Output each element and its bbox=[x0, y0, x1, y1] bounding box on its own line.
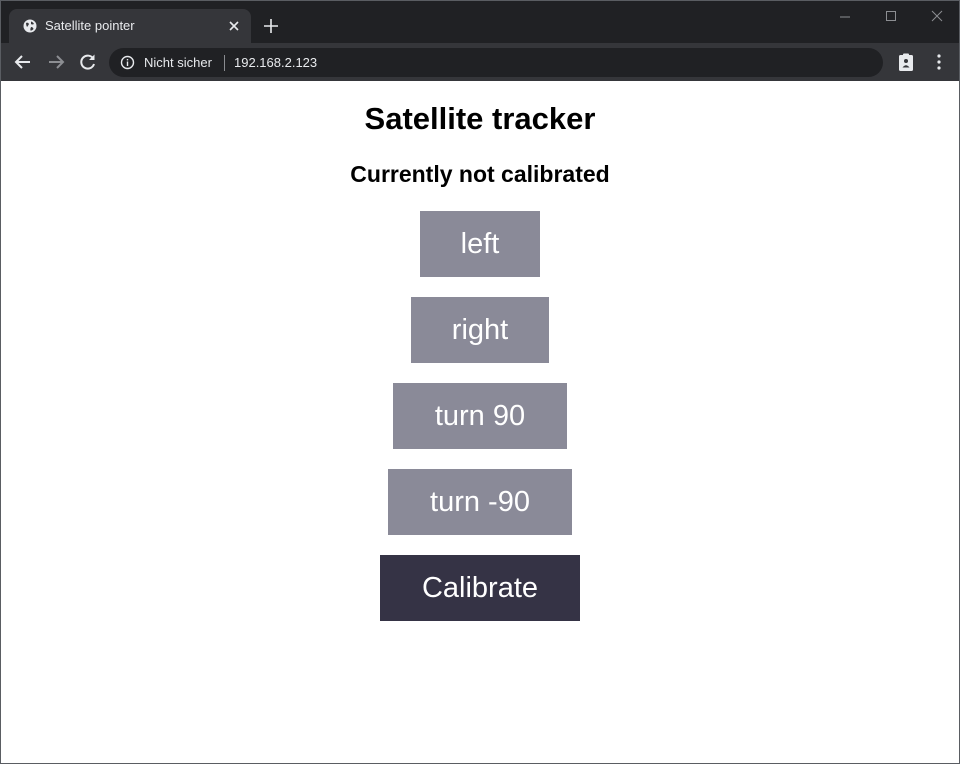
forward-arrow-icon[interactable] bbox=[45, 51, 67, 73]
clipboard-account-icon[interactable] bbox=[895, 51, 917, 73]
security-label[interactable]: Nicht sicher bbox=[144, 55, 212, 70]
plus-icon[interactable] bbox=[259, 14, 283, 38]
menu-dots-icon[interactable] bbox=[928, 51, 950, 73]
back-arrow-icon[interactable] bbox=[12, 51, 34, 73]
minimize-icon[interactable] bbox=[835, 7, 855, 27]
address-bar[interactable]: Nicht sicher 192.168.2.123 bbox=[109, 48, 883, 77]
tab-satellite-pointer[interactable]: Satellite pointer bbox=[9, 9, 251, 43]
tab-strip: Satellite pointer bbox=[1, 1, 959, 43]
browser-window: Satellite pointer Nicht sicher 192.168.2… bbox=[0, 0, 960, 764]
info-icon[interactable] bbox=[120, 55, 135, 70]
calibration-status: Currently not calibrated bbox=[350, 161, 610, 187]
close-icon[interactable] bbox=[225, 17, 243, 35]
address-divider bbox=[224, 55, 225, 71]
window-close-icon[interactable] bbox=[927, 7, 947, 27]
url-text[interactable]: 192.168.2.123 bbox=[234, 55, 317, 70]
page-title: Satellite tracker bbox=[364, 101, 596, 136]
calibrate-button[interactable]: Calibrate bbox=[380, 555, 580, 621]
right-button[interactable]: right bbox=[411, 297, 549, 363]
globe-icon bbox=[23, 19, 37, 33]
maximize-icon[interactable] bbox=[881, 7, 901, 27]
turn-90-button[interactable]: turn 90 bbox=[393, 383, 567, 449]
turn-minus-90-button[interactable]: turn -90 bbox=[388, 469, 572, 535]
reload-icon[interactable] bbox=[77, 51, 99, 73]
browser-toolbar: Nicht sicher 192.168.2.123 bbox=[1, 43, 959, 81]
tab-title: Satellite pointer bbox=[45, 18, 135, 33]
page-content: Satellite tracker Currently not calibrat… bbox=[1, 81, 959, 763]
left-button[interactable]: left bbox=[420, 211, 540, 277]
